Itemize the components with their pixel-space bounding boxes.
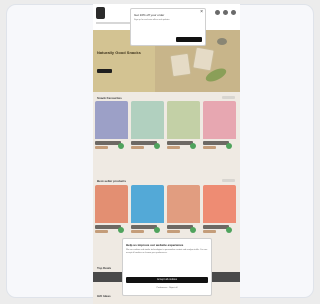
product-price: [131, 146, 144, 149]
view-all-link[interactable]: [222, 179, 235, 182]
newsletter-popup: Get 10% off your order × Sign up for exc…: [130, 8, 206, 46]
cookie-consent-dialog: Help us improve our website experience W…: [122, 238, 212, 296]
product-image: [95, 185, 128, 223]
product-price: [131, 230, 144, 233]
cookie-body: We use cookies and similar technologies …: [126, 249, 208, 254]
product-packet-image: [169, 52, 192, 78]
cookie-links[interactable]: Preferences · Reject all: [126, 287, 208, 289]
add-to-cart-button[interactable]: [118, 143, 124, 149]
popup-title: Get 10% off your order: [134, 13, 165, 17]
popup-body: Sign up for exclusive offers and updates: [134, 19, 170, 21]
product-image: [167, 185, 200, 223]
product-price: [167, 146, 180, 149]
product-image: [203, 185, 236, 223]
cookie-title: Help us improve our website experience: [126, 243, 184, 247]
add-to-cart-button[interactable]: [190, 227, 196, 233]
add-to-cart-button[interactable]: [190, 143, 196, 149]
section-title: Best-seller products: [97, 179, 127, 183]
add-to-cart-button[interactable]: [226, 143, 232, 149]
add-to-cart-button[interactable]: [154, 143, 160, 149]
section-title: Top Deals: [97, 266, 112, 270]
product-price: [95, 230, 108, 233]
product-image: [95, 101, 128, 139]
view-all-link[interactable]: [222, 96, 235, 99]
product-packet-image: [192, 46, 215, 72]
product-price: [167, 230, 180, 233]
add-to-cart-button[interactable]: [226, 227, 232, 233]
product-image: [203, 101, 236, 139]
accept-cookies-button[interactable]: Accept all cookies: [126, 277, 208, 283]
product-price: [203, 146, 216, 149]
product-price: [95, 146, 108, 149]
product-image: [167, 101, 200, 139]
close-icon[interactable]: ×: [200, 10, 203, 15]
account-icon[interactable]: [223, 10, 228, 15]
product-image: [131, 185, 164, 223]
site-logo[interactable]: [96, 7, 105, 19]
add-to-cart-button[interactable]: [154, 227, 160, 233]
search-icon[interactable]: [215, 10, 220, 15]
section-title: Gift Ideas: [97, 294, 111, 298]
cart-icon[interactable]: [231, 10, 236, 15]
hero-title: Naturally Good Snacks: [97, 50, 141, 55]
popup-signup-button[interactable]: [176, 37, 202, 42]
section-title: Snack Favourites: [97, 96, 122, 100]
header-icons: [215, 10, 236, 15]
accept-cookies-label: Accept all cookies: [156, 278, 177, 281]
product-price: [203, 230, 216, 233]
hero-cta-button[interactable]: [97, 69, 112, 73]
product-image: [131, 101, 164, 139]
snack-image: [217, 38, 227, 45]
add-to-cart-button[interactable]: [118, 227, 124, 233]
